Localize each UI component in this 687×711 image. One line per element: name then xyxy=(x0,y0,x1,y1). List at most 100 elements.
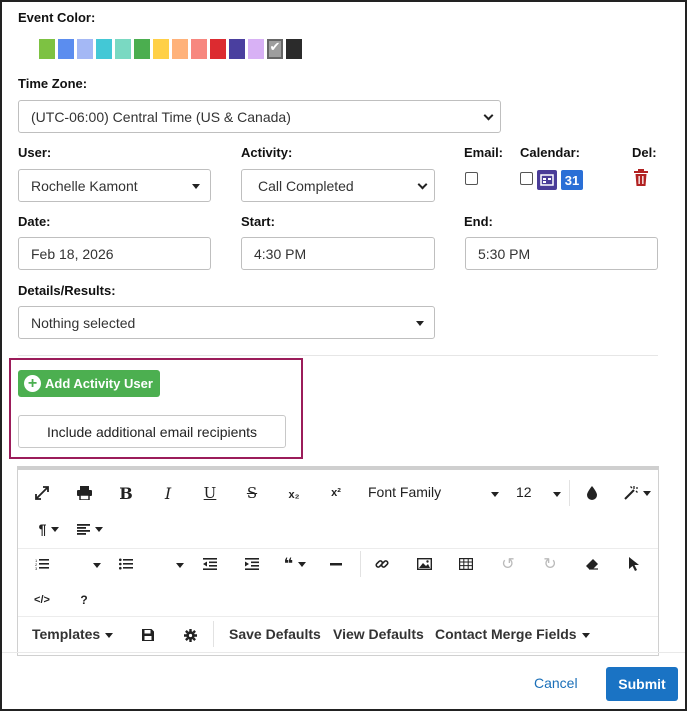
undo-icon[interactable]: ↺ xyxy=(498,553,518,575)
email-label: Email: xyxy=(464,145,504,160)
text-color-icon[interactable] xyxy=(582,482,602,504)
email-checkbox[interactable] xyxy=(465,172,478,185)
end-value: 5:30 PM xyxy=(478,245,531,262)
details-select[interactable]: Nothing selected xyxy=(18,306,435,339)
save-defaults-label: Save Defaults xyxy=(229,626,321,642)
color-swatch[interactable] xyxy=(77,39,93,59)
details-label: Details/Results: xyxy=(18,283,116,298)
help-icon[interactable]: ? xyxy=(74,589,94,611)
activity-label: Activity: xyxy=(241,145,293,160)
calendar-checkbox[interactable] xyxy=(520,172,533,185)
font-family-dropdown[interactable]: Font Family xyxy=(368,484,441,500)
include-email-recipients-label: Include additional email recipients xyxy=(46,423,258,440)
magic-wand-icon[interactable] xyxy=(622,482,652,504)
caret-down-icon xyxy=(553,492,561,497)
user-value: Rochelle Kamont xyxy=(31,177,138,194)
start-value: 4:30 PM xyxy=(254,245,307,262)
caret-down-icon xyxy=(93,563,101,568)
time-zone-label: Time Zone: xyxy=(18,76,88,91)
add-activity-user-label: Add Activity User xyxy=(45,376,153,391)
include-email-recipients-button[interactable]: Include additional email recipients xyxy=(18,415,286,448)
unordered-list-icon[interactable] xyxy=(116,553,136,575)
superscript-icon[interactable]: x² xyxy=(326,482,346,504)
view-defaults-button[interactable]: View Defaults xyxy=(333,626,424,642)
save-defaults-button[interactable]: Save Defaults xyxy=(229,626,321,642)
start-time-input[interactable]: 4:30 PM xyxy=(241,237,435,270)
google-calendar-icon[interactable]: 31 xyxy=(561,170,583,190)
save-icon[interactable] xyxy=(138,624,158,646)
caret-down-icon xyxy=(416,320,424,326)
del-label: Del: xyxy=(632,145,657,160)
color-swatch[interactable] xyxy=(39,39,55,59)
toolbar-divider xyxy=(18,548,658,549)
color-swatch[interactable] xyxy=(58,39,74,59)
color-swatch[interactable] xyxy=(96,39,112,59)
align-icon[interactable] xyxy=(74,518,106,540)
user-select[interactable]: Rochelle Kamont xyxy=(18,169,211,202)
activity-select[interactable]: Call Completed xyxy=(241,169,435,202)
color-swatch[interactable] xyxy=(172,39,188,59)
checkmark-icon: ✔ xyxy=(269,39,281,54)
caret-down-icon xyxy=(51,526,60,532)
footer-divider xyxy=(2,652,685,653)
blockquote-icon[interactable]: ❝ xyxy=(280,553,310,575)
cursor-icon[interactable] xyxy=(624,553,644,575)
trash-icon[interactable] xyxy=(633,169,649,187)
submit-label: Submit xyxy=(618,676,666,692)
time-zone-select[interactable]: (UTC-06:00) Central Time (US & Canada) xyxy=(18,100,501,133)
eraser-icon[interactable] xyxy=(582,553,602,575)
details-value: Nothing selected xyxy=(31,314,136,331)
indent-icon[interactable] xyxy=(242,553,262,575)
toolbar-separator xyxy=(569,480,570,506)
font-size-label: 12 xyxy=(516,484,532,500)
add-activity-user-button[interactable]: + Add Activity User xyxy=(18,370,160,397)
calendar-label: Calendar: xyxy=(520,145,580,160)
color-swatch[interactable]: ✔ xyxy=(267,39,283,59)
end-time-input[interactable]: 5:30 PM xyxy=(465,237,658,270)
cancel-label: Cancel xyxy=(534,675,578,691)
paragraph-icon[interactable]: ¶ xyxy=(34,518,64,540)
svg-text:3: 3 xyxy=(35,566,38,570)
bold-icon[interactable]: B xyxy=(116,482,136,504)
strikethrough-icon[interactable]: S xyxy=(242,482,262,504)
contact-merge-fields-dropdown[interactable]: Contact Merge Fields xyxy=(435,626,590,642)
color-swatch[interactable] xyxy=(115,39,131,59)
outlook-calendar-icon[interactable] xyxy=(537,170,557,190)
italic-icon[interactable]: I xyxy=(158,482,178,504)
code-view-icon[interactable]: </> xyxy=(32,589,52,611)
print-icon[interactable] xyxy=(74,482,94,504)
color-swatch[interactable] xyxy=(134,39,150,59)
plus-circle-icon: + xyxy=(24,375,41,392)
color-swatch[interactable] xyxy=(229,39,245,59)
image-icon[interactable] xyxy=(414,553,434,575)
time-zone-value: (UTC-06:00) Central Time (US & Canada) xyxy=(31,108,291,125)
event-dialog: Event Color: ✔ Time Zone: (UTC-06:00) Ce… xyxy=(0,0,687,711)
templates-dropdown[interactable]: Templates xyxy=(32,626,114,642)
subscript-icon[interactable]: x₂ xyxy=(284,484,304,506)
caret-down-icon xyxy=(95,526,103,532)
redo-icon[interactable]: ↻ xyxy=(540,553,560,575)
link-icon[interactable] xyxy=(372,553,392,575)
event-color-label: Event Color: xyxy=(18,10,96,25)
color-swatch[interactable] xyxy=(191,39,207,59)
color-swatch[interactable] xyxy=(210,39,226,59)
font-size-dropdown[interactable]: 12 xyxy=(516,484,532,500)
color-swatch[interactable] xyxy=(153,39,169,59)
underline-icon[interactable]: U xyxy=(200,482,220,504)
date-input[interactable]: Feb 18, 2026 xyxy=(18,237,211,270)
fullscreen-icon[interactable] xyxy=(32,482,52,504)
submit-button[interactable]: Submit xyxy=(606,667,678,701)
caret-down-icon xyxy=(105,632,114,638)
rich-text-editor: B I U S x₂ x² Font Family 12 ¶ 123 ❝ ↺ ↻… xyxy=(17,466,659,656)
date-value: Feb 18, 2026 xyxy=(31,245,114,262)
color-swatch[interactable] xyxy=(286,39,302,59)
ordered-list-icon[interactable]: 123 xyxy=(32,553,52,575)
color-swatch[interactable] xyxy=(248,39,264,59)
gear-icon[interactable] xyxy=(180,624,200,646)
cancel-button[interactable]: Cancel xyxy=(534,675,578,691)
horizontal-rule-icon[interactable] xyxy=(326,553,346,575)
caret-down-icon xyxy=(192,183,200,189)
table-icon[interactable] xyxy=(456,553,476,575)
end-label: End: xyxy=(464,214,493,229)
outdent-icon[interactable] xyxy=(200,553,220,575)
